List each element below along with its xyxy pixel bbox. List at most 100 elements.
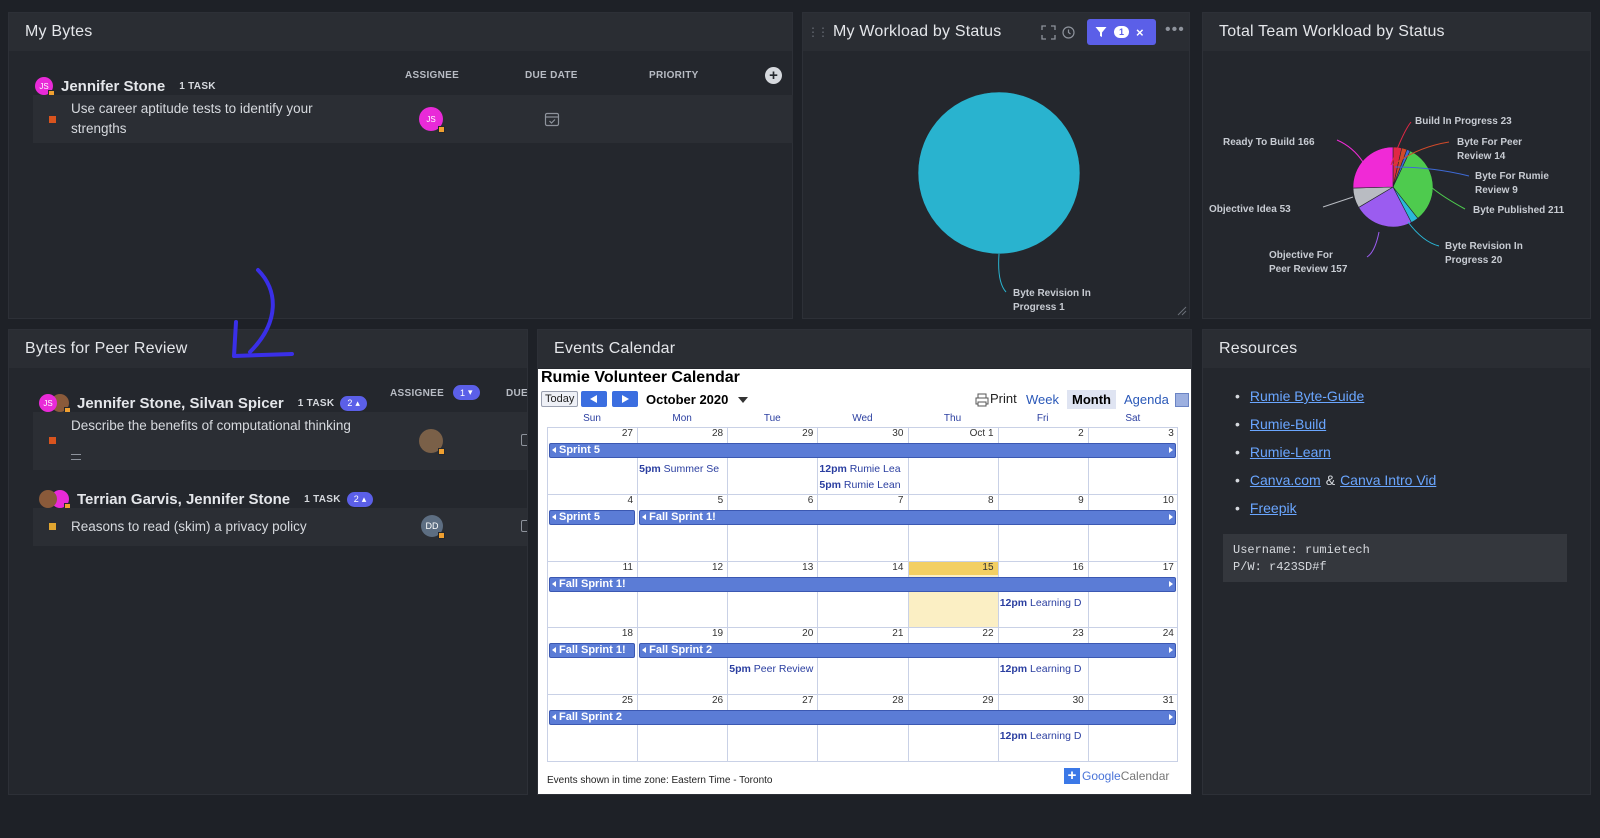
column-due-date[interactable]: DUE DATE [525,70,578,81]
link-rumie-learn[interactable]: Rumie-Learn [1250,444,1331,460]
column-assignee[interactable]: ASSIGNEE [390,388,444,399]
calendar-event[interactable]: 12pm Rumie Lea [819,463,905,475]
google-calendar-embed[interactable]: Rumie Volunteer Calendar Today October 2… [538,369,1191,794]
day-number[interactable]: 18 [547,628,633,639]
view-month-tab[interactable]: Month [1067,390,1116,409]
today-button[interactable]: Today [541,391,579,407]
clock-icon[interactable] [1062,26,1075,44]
calendar-icon[interactable] [521,520,527,532]
assignee-avatar[interactable]: DD [421,515,445,539]
link-canva-intro[interactable]: Canva Intro Vid [1340,472,1436,488]
view-dropdown-icon[interactable] [1175,393,1189,407]
day-number[interactable]: 7 [817,495,904,506]
day-number[interactable]: 24 [1088,628,1174,639]
assignee-avatar[interactable] [419,429,445,455]
calendar-event[interactable]: 5pm Peer Review [729,663,815,675]
task-name[interactable]: Describe the benefits of computational t… [71,416,381,436]
task-row[interactable]: Describe the benefits of computational t… [33,412,527,470]
day-number[interactable]: 22 [908,628,993,639]
event-bar[interactable]: Sprint 5 [549,509,636,525]
link-canva[interactable]: Canva.com [1250,472,1321,488]
event-bar[interactable]: Fall Sprint 2 [639,643,1176,659]
day-number[interactable]: 13 [727,562,813,573]
column-assignee[interactable]: ASSIGNEE [405,70,459,81]
day-number[interactable]: 31 [1088,695,1174,706]
event-bar[interactable]: Fall Sprint 1! [639,509,1176,525]
day-number[interactable]: 19 [637,628,723,639]
day-number[interactable]: Oct 1 [908,428,994,439]
calendar-event[interactable]: 12pm Learning D [1000,597,1086,609]
filter-button[interactable]: 1 × [1087,19,1156,45]
assignee-group-header[interactable]: Terrian Garvis, Jennifer Stone 1 TASK 2 ▴ [39,490,374,510]
task-name[interactable]: Use career aptitude tests to identify yo… [71,99,371,139]
day-number[interactable]: 4 [547,495,633,506]
event-bar[interactable]: Fall Sprint 2 [549,710,1176,726]
add-column-icon[interactable]: + [765,67,782,84]
day-number[interactable]: 9 [998,495,1084,506]
drag-handle-icon[interactable]: ⋮⋮ [807,25,829,39]
day-number[interactable]: 29 [727,428,813,439]
day-number[interactable]: 11 [547,562,633,573]
day-number[interactable]: 2 [998,428,1084,439]
day-number[interactable]: 27 [727,695,813,706]
google-calendar-badge[interactable]: + Google Calendar [1064,768,1169,784]
calendar-event[interactable]: 5pm Summer Se [639,463,725,475]
month-label[interactable]: October 2020 [646,392,728,407]
pie-slice[interactable] [917,91,1081,255]
print-icon[interactable] [975,393,989,412]
day-number[interactable]: 10 [1088,495,1174,506]
credentials-block[interactable]: Username: rumietech P/W: r423SD#f [1223,534,1567,582]
day-number[interactable]: 29 [908,695,993,706]
day-number[interactable]: 16 [998,562,1084,573]
day-number[interactable]: 6 [727,495,814,506]
assignee-count-pill[interactable]: 2 ▴ [340,395,367,411]
day-number[interactable]: 26 [637,695,723,706]
event-bar[interactable]: Fall Sprint 1! [549,576,1176,592]
avatar[interactable]: JS [35,77,55,97]
view-agenda-tab[interactable]: Agenda [1119,390,1174,409]
day-number[interactable]: 28 [637,428,723,439]
calendar-icon[interactable] [544,111,560,132]
clear-filter-icon[interactable]: × [1136,25,1144,40]
prev-month-button[interactable] [581,391,607,407]
event-bar[interactable]: Fall Sprint 1! [549,643,636,659]
day-number[interactable]: 15 [908,562,993,573]
day-number[interactable]: 30 [817,428,903,439]
day-number[interactable]: 3 [1088,428,1174,439]
more-options-icon[interactable]: ••• [1165,21,1185,39]
calendar-event[interactable]: 5pm Rumie Lean [819,479,905,491]
calendar-event[interactable]: 12pm Learning D [1000,663,1086,675]
assignee-avatar[interactable]: JS [419,107,445,133]
month-dropdown-icon[interactable] [738,397,748,403]
day-number[interactable]: 21 [817,628,903,639]
link-freepik[interactable]: Freepik [1250,500,1297,516]
day-number[interactable]: 30 [998,695,1084,706]
day-number[interactable]: 25 [547,695,633,706]
day-number[interactable]: 17 [1088,562,1174,573]
day-number[interactable]: 12 [637,562,723,573]
day-number[interactable]: 14 [817,562,903,573]
column-due[interactable]: DUE [506,388,527,399]
avatar[interactable]: JS [39,394,57,412]
view-week-tab[interactable]: Week [1021,390,1064,409]
day-number[interactable]: 27 [547,428,633,439]
next-month-button[interactable] [612,391,638,407]
calendar-event[interactable]: 12pm Learning D [1000,730,1086,742]
day-number[interactable]: 8 [908,495,994,506]
column-priority[interactable]: PRIORITY [649,70,699,81]
task-row[interactable]: Reasons to read (skim) a privacy policy … [33,508,527,546]
link-byte-guide[interactable]: Rumie Byte-Guide [1250,388,1364,404]
expand-icon[interactable] [1041,25,1056,45]
day-number[interactable]: 20 [727,628,813,639]
day-number[interactable]: 5 [637,495,724,506]
assignee-group-header[interactable]: JS Jennifer Stone 1 TASK [35,77,216,97]
status-square[interactable] [49,523,56,530]
print-button[interactable]: Print [990,391,1017,406]
day-number[interactable]: 28 [817,695,903,706]
assignee-group-header[interactable]: JS Jennifer Stone, Silvan Spicer 1 TASK … [39,394,367,414]
task-name[interactable]: Reasons to read (skim) a privacy policy [71,517,391,537]
task-row[interactable]: Use career aptitude tests to identify yo… [33,95,793,143]
status-square[interactable] [49,437,56,444]
assignee-count-pill[interactable]: 2 ▴ [346,491,374,507]
pie-slice[interactable] [1352,146,1394,189]
